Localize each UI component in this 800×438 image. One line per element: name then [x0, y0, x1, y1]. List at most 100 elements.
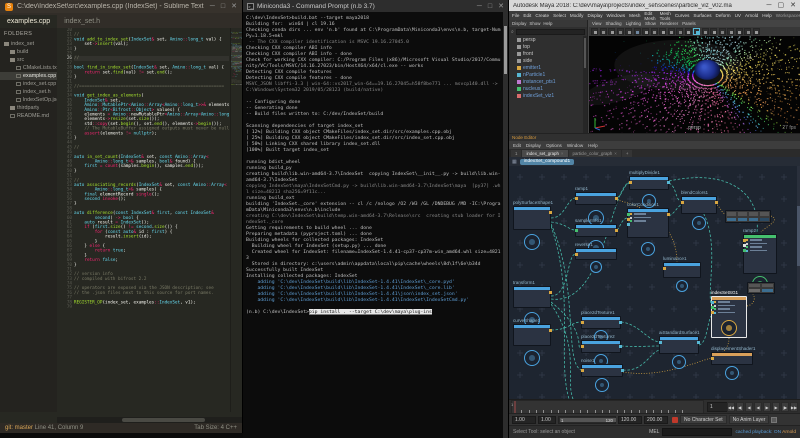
swatch-cell[interactable] [749, 218, 758, 222]
minimize-button[interactable]: ─ [477, 3, 482, 10]
node-swatch-circle[interactable] [595, 378, 609, 392]
transport-button-3[interactable]: ◀ [754, 402, 762, 412]
minimap-viewport[interactable] [231, 46, 242, 68]
close-tab-icon[interactable]: × [561, 151, 564, 156]
menu-uv[interactable]: UV [735, 13, 741, 18]
playback-start-field[interactable]: 1.00 [538, 416, 556, 424]
node-colorCondition1[interactable] [627, 208, 669, 238]
viewport-toolbar-icon-10[interactable] [676, 28, 683, 35]
input-port[interactable] [581, 345, 584, 348]
node-swatch-circle[interactable] [692, 216, 706, 230]
output-port[interactable] [697, 341, 700, 344]
node-editor-menu-window[interactable]: Window [567, 143, 583, 148]
node-editor-menu-display[interactable]: Display [526, 143, 541, 148]
outliner-item-side[interactable]: side [509, 57, 587, 64]
input-port[interactable] [663, 267, 666, 270]
sidebar-item-IndexSetOp.json[interactable]: IndexSetOp.json [0, 96, 57, 104]
mel-label[interactable]: MEL [649, 429, 659, 435]
viewport-toolbar-icon-7[interactable] [651, 28, 658, 35]
menu-deform[interactable]: Deform [716, 13, 731, 18]
menu-create[interactable]: Create [535, 13, 549, 18]
node-place2dTexture2[interactable] [581, 340, 621, 353]
viewport-toolbar-icon-3[interactable] [617, 28, 624, 35]
terminal-titlebar[interactable]: >_ Miniconda3 - Command Prompt (n.b 3.7)… [243, 0, 508, 12]
outliner-scrollbar[interactable] [583, 36, 587, 133]
tab-index_set.h[interactable]: index_set.h [57, 15, 107, 28]
menu-windows[interactable]: Windows [607, 13, 626, 18]
current-time-marker[interactable] [514, 401, 516, 413]
sidebar-item-index_set.cpp[interactable]: index_set.cpp [0, 80, 57, 88]
output-port[interactable] [549, 329, 552, 332]
transport-button-5[interactable]: ▶ [772, 402, 780, 412]
node-swatch-circle[interactable] [725, 366, 739, 380]
viewport-menu-renderer[interactable]: Renderer [660, 21, 678, 26]
viewport-menu-shading[interactable]: Shading [605, 21, 621, 26]
input-port[interactable] [627, 223, 630, 226]
close-button[interactable]: ✕ [498, 3, 504, 10]
node-editor-tab-particle_color_graph[interactable]: particle_color_graph× [569, 150, 621, 157]
outliner-menu-help[interactable]: Help [543, 21, 552, 26]
outliner-item-front[interactable]: front [509, 50, 587, 57]
node-editor-menu-help[interactable]: Help [588, 143, 597, 148]
menu-surfaces[interactable]: Surfaces [693, 13, 711, 18]
sidebar-item-index_set.h[interactable]: index_set.h [0, 88, 57, 96]
input-port[interactable] [711, 311, 714, 314]
sublime-titlebar[interactable]: S C:\dev\IndexSet\src\examples.cpp (Inde… [0, 0, 242, 13]
node-swatch-circle[interactable] [524, 350, 540, 366]
viewport-canvas[interactable]: persp 27 fps [589, 36, 800, 133]
node-swatch[interactable] [747, 282, 775, 294]
input-port[interactable] [581, 369, 584, 372]
input-port[interactable] [743, 249, 746, 252]
viewport-menu-panels[interactable]: Panels [682, 21, 695, 26]
node-editor-tab-+[interactable]: + [622, 150, 633, 157]
sidebar-item-src[interactable]: src [0, 56, 57, 64]
outliner-menu-show[interactable]: Show [529, 21, 540, 26]
viewport-toolbar-icon-19[interactable] [753, 28, 760, 35]
scrollbar-thumb[interactable] [504, 26, 507, 74]
viewport-toolbar-icon-15[interactable] [719, 28, 726, 35]
outliner-item-instancer_pts1[interactable]: instancer_pts1 [509, 78, 587, 85]
minimize-button[interactable]: ─ [767, 2, 772, 9]
outliner-item-emitter1[interactable]: emitter1 [509, 64, 587, 71]
transport-button-6[interactable]: |▶ [781, 402, 789, 412]
menu-mesh-tools[interactable]: Mesh Tools [660, 11, 671, 21]
node-multiplyDivide1[interactable] [629, 176, 669, 190]
node-ramp1[interactable] [575, 192, 617, 205]
character-set-menu[interactable]: No Character Set [680, 415, 727, 424]
minimap[interactable]: //void add_to_index_set(IndexSet& set, A… [230, 28, 242, 412]
menu-edit[interactable]: Edit [523, 13, 531, 18]
tab-examples.cpp[interactable]: examples.cpp [0, 15, 57, 28]
viewport-toolbar-icon-17[interactable] [736, 28, 743, 35]
outliner-item-indexSet_viz1[interactable]: indexSet_viz1 [509, 92, 587, 99]
viewport-toolbar-icon-18[interactable] [744, 28, 751, 35]
sidebar-item-index_set[interactable]: index_set [0, 40, 57, 48]
output-port[interactable] [549, 211, 552, 214]
scrollbar-thumb[interactable] [122, 418, 205, 422]
node-swatch-circle[interactable] [672, 355, 686, 369]
minimize-button[interactable]: ─ [210, 3, 215, 10]
node-luminance1[interactable] [663, 262, 701, 278]
output-port[interactable] [615, 197, 618, 200]
viewport-toolbar-icon-1[interactable] [600, 28, 607, 35]
anim-start-field[interactable]: 1.00 [512, 416, 536, 424]
transport-button-2[interactable]: ◀ [745, 402, 753, 412]
auto-key-icon[interactable] [672, 417, 678, 423]
input-port[interactable] [575, 197, 578, 200]
swatch-cell[interactable] [760, 218, 769, 222]
sublime-editor[interactable]: 2021222324252627282930313233343536373839… [57, 28, 242, 412]
node-graph-canvas[interactable]: polySurfaceShape1transform1curveShape1ra… [509, 166, 797, 399]
input-port[interactable] [711, 357, 714, 360]
input-port[interactable] [743, 244, 746, 247]
viewport-toolbar-icon-8[interactable] [659, 28, 666, 35]
input-port[interactable] [743, 239, 746, 242]
node-polySurfaceShape1[interactable] [513, 206, 551, 230]
viewport-toolbar-icon-14[interactable] [710, 28, 717, 35]
close-tab-icon[interactable]: × [614, 151, 617, 156]
menu-file[interactable]: File [512, 13, 519, 18]
node-reverse1[interactable] [575, 248, 617, 260]
input-port[interactable] [627, 213, 630, 216]
input-port[interactable] [629, 181, 632, 184]
input-port[interactable] [711, 301, 714, 304]
viewport-menu-view[interactable]: View [592, 21, 601, 26]
output-port[interactable] [667, 213, 670, 216]
